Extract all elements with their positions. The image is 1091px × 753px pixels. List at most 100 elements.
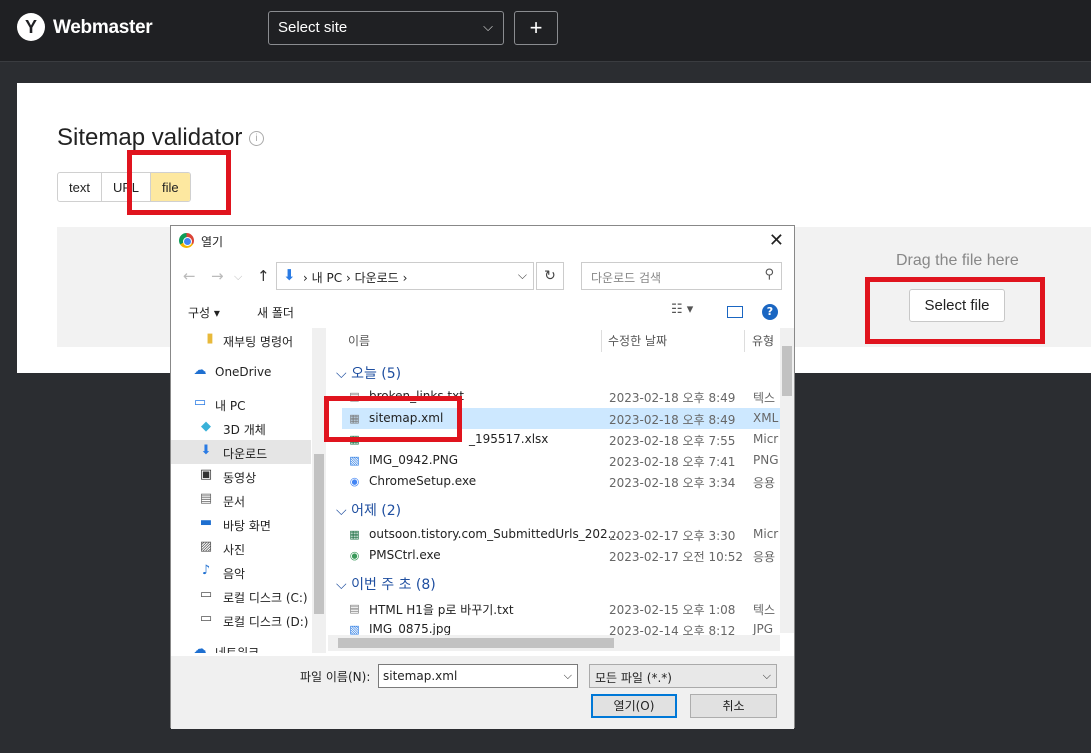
organize-menu[interactable]: 구성 ▾: [188, 304, 220, 321]
tab-text[interactable]: text: [58, 173, 102, 201]
nav-item-music[interactable]: ♪ 음악: [171, 560, 311, 584]
exe-file-icon: ◉: [349, 475, 360, 488]
chevron-down-icon: ⌵: [336, 503, 352, 519]
highlight-file-tab: [127, 150, 231, 215]
file-list: 이름 수정한 날짜 유형 ⌵ 오늘 (5) ▤ broken_links.txt…: [328, 328, 794, 653]
filename-input[interactable]: sitemap.xml ⌵: [378, 664, 578, 688]
drive-icon: ▭: [199, 587, 213, 602]
nav-item-downloads[interactable]: ⬇ 다운로드: [171, 440, 311, 464]
column-divider[interactable]: [601, 330, 602, 352]
chevron-down-icon: ⌵: [336, 577, 352, 593]
file-row[interactable]: ▦ outsoon.tistory.com_SubmittedUrls_202.…: [342, 524, 787, 545]
yandex-logo[interactable]: Y: [17, 13, 45, 41]
breadcrumb: › 내 PC › 다운로드 ›: [303, 271, 408, 285]
desktop-icon: ▬: [199, 515, 213, 530]
file-type-select[interactable]: 모든 파일 (*.*) ⌵: [589, 664, 777, 688]
nav-item-3d-objects[interactable]: ◆ 3D 개체: [171, 416, 311, 440]
nav-item-desktop[interactable]: ▬ 바탕 화면: [171, 512, 311, 536]
video-icon: ▣: [199, 467, 213, 482]
search-icon: ⚲: [764, 267, 774, 282]
info-icon[interactable]: i: [249, 131, 264, 146]
navigation-row: ← → ⌵ ↑ ⬇ › 내 PC › 다운로드 › ⌵ ↻ 다운로드 검색 ⚲: [171, 259, 794, 293]
chevron-down-icon: ⌵: [483, 19, 493, 34]
filename-label: 파일 이름(N):: [300, 670, 371, 684]
nav-scrollbar[interactable]: [312, 328, 326, 653]
new-folder-button[interactable]: 새 폴더: [257, 304, 294, 321]
address-bar[interactable]: ⬇ › 내 PC › 다운로드 › ⌵: [276, 262, 534, 290]
chevron-down-icon: ⌵: [336, 366, 352, 382]
breadcrumb-downloads[interactable]: 다운로드: [355, 271, 399, 285]
dialog-title-bar: 열기 ✕: [171, 226, 794, 256]
refresh-button[interactable]: ↻: [536, 262, 564, 290]
back-arrow-icon[interactable]: ←: [183, 267, 196, 285]
nav-item-videos[interactable]: ▣ 동영상: [171, 464, 311, 488]
scroll-thumb[interactable]: [338, 638, 614, 648]
cancel-button[interactable]: 취소: [690, 694, 777, 718]
brand-name[interactable]: Webmaster: [53, 17, 153, 39]
chevron-down-icon[interactable]: ⌵: [234, 270, 242, 284]
file-row[interactable]: ▤ HTML H1을 p로 바꾸기.txt 2023-02-15 오후 1:08…: [342, 598, 787, 619]
cube-icon: ◆: [201, 419, 211, 434]
search-input[interactable]: 다운로드 검색 ⚲: [581, 262, 782, 290]
open-file-dialog: 열기 ✕ ← → ⌵ ↑ ⬇ › 내 PC › 다운로드 › ⌵ ↻ 다운로드 …: [170, 225, 795, 729]
network-icon: ☁: [193, 642, 207, 654]
file-row[interactable]: ◉ PMSCtrl.exe 2023-02-17 오전 10:52 응용: [342, 545, 787, 566]
document-icon: ▤: [199, 491, 213, 506]
preview-pane-icon[interactable]: [727, 306, 743, 318]
breadcrumb-my-pc[interactable]: 내 PC: [312, 271, 342, 285]
close-icon[interactable]: ✕: [769, 230, 784, 251]
help-icon[interactable]: ?: [762, 304, 778, 320]
group-today[interactable]: ⌵ 오늘 (5): [336, 363, 401, 383]
scroll-thumb[interactable]: [314, 454, 324, 614]
nav-item-reboot-folder[interactable]: ▮ 재부팅 명령어: [171, 328, 311, 352]
nav-item-onedrive[interactable]: ☁ OneDrive: [171, 360, 311, 384]
drive-icon: ▭: [199, 611, 213, 626]
drag-hint: Drag the file here: [896, 252, 1019, 269]
dialog-toolbar: 구성 ▾ 새 폴더 ☷ ▾ ?: [171, 298, 794, 326]
chevron-down-icon: ⌵: [762, 669, 771, 682]
chevron-down-icon[interactable]: ⌵: [564, 669, 572, 683]
image-file-icon: ▧: [349, 454, 360, 467]
file-list-horizontal-scrollbar[interactable]: [328, 635, 780, 651]
site-select-label: Select site: [278, 19, 348, 36]
scroll-thumb[interactable]: [782, 346, 792, 396]
pc-icon: ▭: [193, 395, 207, 410]
nav-item-local-disk-d[interactable]: ▭ 로컬 디스크 (D:): [171, 608, 311, 632]
nav-item-pictures[interactable]: ▨ 사진: [171, 536, 311, 560]
dialog-title: 열기: [201, 235, 224, 249]
add-site-button[interactable]: +: [514, 11, 558, 45]
page-title: Sitemap validator: [57, 124, 243, 151]
chevron-down-icon[interactable]: ⌵: [518, 268, 527, 283]
search-placeholder: 다운로드 검색: [591, 271, 662, 285]
nav-item-local-disk-c[interactable]: ▭ 로컬 디스크 (C:): [171, 584, 311, 608]
view-options-icon[interactable]: ☷ ▾: [671, 302, 693, 317]
nav-item-documents[interactable]: ▤ 문서: [171, 488, 311, 512]
column-name[interactable]: 이름: [348, 332, 370, 349]
group-yesterday[interactable]: ⌵ 어제 (2): [336, 500, 401, 520]
download-icon: ⬇: [200, 443, 212, 458]
excel-file-icon: ▦: [349, 528, 360, 541]
chrome-icon: [179, 233, 194, 248]
exe-file-icon: ◉: [349, 549, 360, 562]
cloud-icon: ☁: [193, 363, 207, 378]
up-arrow-icon[interactable]: ↑: [257, 267, 270, 285]
column-type[interactable]: 유형: [752, 332, 774, 349]
music-icon: ♪: [201, 563, 211, 578]
highlight-sitemap-file: [324, 396, 462, 442]
column-date[interactable]: 수정한 날짜: [608, 332, 667, 349]
dialog-footer: 파일 이름(N): sitemap.xml ⌵ 모든 파일 (*.*) ⌵ 열기…: [171, 656, 794, 729]
nav-item-my-pc[interactable]: ▭ 내 PC: [171, 392, 311, 416]
open-button[interactable]: 열기(O): [591, 694, 677, 718]
column-divider[interactable]: [744, 330, 745, 352]
group-earlier-this-week[interactable]: ⌵ 이번 주 초 (8): [336, 574, 436, 594]
forward-arrow-icon[interactable]: →: [211, 267, 224, 285]
top-bar: Y Webmaster Select site ⌵ +: [0, 0, 1091, 62]
file-row[interactable]: ▧ IMG_0942.PNG 2023-02-18 오후 7:41 PNG: [342, 450, 787, 471]
download-icon: ⬇: [283, 266, 296, 284]
folder-icon: ▮: [206, 331, 214, 346]
file-list-vertical-scrollbar[interactable]: [780, 328, 794, 633]
site-select[interactable]: Select site ⌵: [268, 11, 504, 45]
file-row[interactable]: ◉ ChromeSetup.exe 2023-02-18 오후 3:34 응용: [342, 471, 787, 492]
text-file-icon: ▤: [349, 602, 360, 615]
nav-item-network[interactable]: ☁ 네트워크: [171, 639, 311, 654]
